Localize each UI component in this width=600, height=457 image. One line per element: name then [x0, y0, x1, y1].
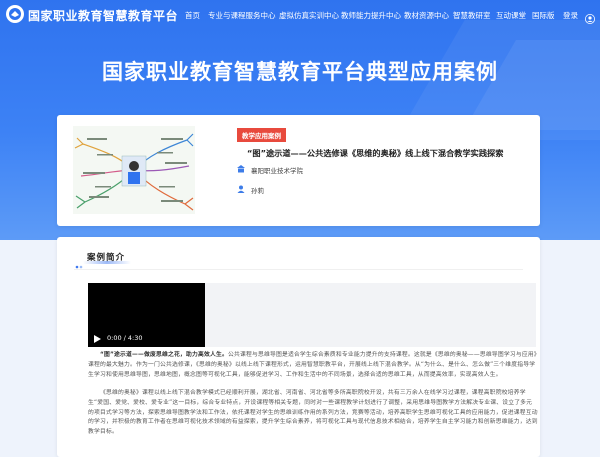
nav-smart-research-room[interactable]: 智慧教研室 — [453, 10, 491, 21]
divider — [74, 269, 523, 270]
play-icon[interactable] — [94, 328, 101, 347]
page-title: 国家职业教育智慧教育平台典型应用案例 — [102, 60, 498, 84]
video-area: 0:00 / 4:30 — [88, 283, 536, 347]
case-type-badge: 教学应用案例 — [237, 128, 286, 142]
site-title[interactable]: 国家职业教育智慧教育平台 — [28, 7, 178, 24]
nav-major-course-center[interactable]: 专业与课程服务中心 — [208, 10, 276, 21]
section-title-underline — [83, 261, 131, 264]
user-icon[interactable] — [585, 9, 595, 28]
video-time: 0:00 / 4:30 — [107, 333, 143, 342]
intro-lead-text: “图”途示道——做废思维之花，助力高效人生。 — [100, 352, 228, 358]
person-icon — [237, 185, 245, 195]
nav-textbook-resource-center[interactable]: 教材资源中心 — [404, 10, 449, 21]
nav-interactive-classroom[interactable]: 互动课堂 — [496, 10, 526, 21]
school-icon — [237, 165, 245, 175]
case-title[interactable]: “图”途示道——公共选修课《思维的奥秘》线上线下混合教学实践探索 — [247, 147, 503, 159]
case-thumbnail[interactable] — [73, 126, 195, 214]
nav-home[interactable]: 首页 — [185, 10, 200, 21]
school-name: 襄阳职业技术学院 — [251, 167, 303, 175]
nav-virtual-simulation-center[interactable]: 虚拟仿真实训中心 — [279, 10, 339, 21]
intro-paragraph-1: “图”途示道——做废思维之花，助力高效人生。公共课程与思维导图是适合学生综合素质… — [88, 351, 538, 380]
school-info: 襄阳职业技术学院 — [237, 165, 303, 175]
case-intro-panel: 案例简介 0:00 / 4:30 “图”途示道——做废思维之花，助力高效人生。公… — [57, 237, 540, 457]
author-info: 孙莉 — [237, 185, 264, 195]
video-controls: 0:00 / 4:30 — [88, 328, 205, 347]
login-link[interactable]: 登录 — [563, 10, 578, 21]
intro-paragraph-2: 《思维的奥秘》课程以线上线下混合教学模式已经顺利开展，湖北省、河南省、河北省等多… — [88, 390, 538, 436]
author-name: 孙莉 — [251, 187, 264, 195]
video-player[interactable]: 0:00 / 4:30 — [88, 283, 205, 347]
section-title-decoration-icon — [75, 255, 85, 274]
nav-teacher-development-center[interactable]: 教师能力提升中心 — [341, 10, 401, 21]
nav-international-edition[interactable]: 国际版 — [532, 10, 555, 21]
platform-logo-icon[interactable] — [6, 5, 24, 23]
top-navigation: 国家职业教育智慧教育平台 首页 专业与课程服务中心 虚拟仿真实训中心 教师能力提… — [0, 0, 600, 30]
case-card[interactable]: 教学应用案例 “图”途示道——公共选修课《思维的奥秘》线上线下混合教学实践探索 … — [57, 115, 540, 226]
